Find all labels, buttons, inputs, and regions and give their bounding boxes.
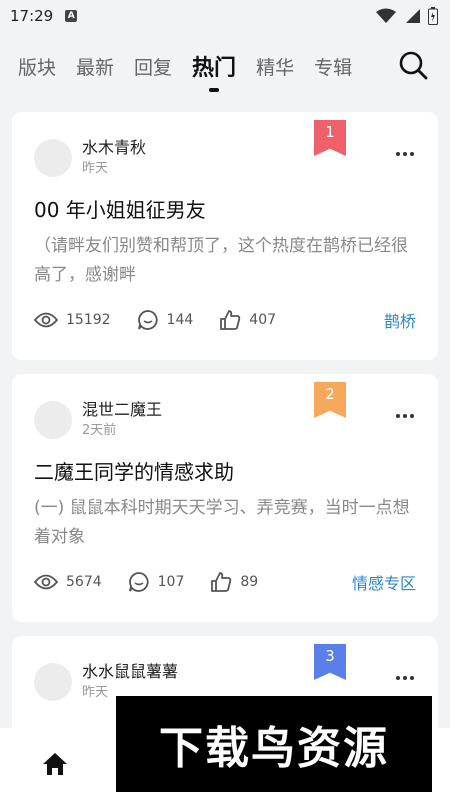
search-icon[interactable] <box>398 50 430 82</box>
author-name[interactable]: 混世二魔王 <box>82 399 162 421</box>
author-name[interactable]: 水木青秋 <box>82 137 146 159</box>
likes-stat[interactable]: 89 <box>210 571 258 593</box>
post-excerpt: (一) 鼠鼠本科时期天天学习、弄竞赛，当时一点想着对象 <box>34 498 410 547</box>
comments-stat[interactable]: 107 <box>128 571 185 593</box>
thumbs-up-icon <box>211 572 232 592</box>
wifi-icon <box>376 8 396 23</box>
board-tag[interactable]: 鹊桥 <box>384 308 416 332</box>
more-icon[interactable] <box>396 152 414 156</box>
post-time: 2天前 <box>82 423 117 438</box>
comments-count: 144 <box>166 312 194 328</box>
eye-icon <box>34 574 58 590</box>
comment-icon <box>137 310 158 330</box>
avatar[interactable] <box>34 139 72 177</box>
likes-count: 407 <box>249 312 277 328</box>
author-name[interactable]: 水水鼠鼠薯薯 <box>82 661 178 683</box>
home-button[interactable] <box>0 752 110 776</box>
tab-hot[interactable]: 热门 <box>192 50 236 92</box>
board-tag[interactable]: 情感专区 <box>352 570 416 594</box>
post-time: 昨天 <box>82 161 109 176</box>
post-title[interactable]: 00 年小姐姐征男友 <box>34 196 416 224</box>
tab-featured[interactable]: 精华 <box>256 53 294 80</box>
eye-icon <box>34 312 58 328</box>
views-count: 5674 <box>66 574 102 590</box>
views-count: 15192 <box>66 312 111 328</box>
more-icon[interactable] <box>396 414 414 418</box>
tab-sections[interactable]: 版块 <box>18 53 56 80</box>
post-feed: 1 水木青秋 昨天 00 年小姐姐征男友 （请畔友们别赞和帮顶了，这个热度在鹊桥… <box>0 100 450 766</box>
tab-replies[interactable]: 回复 <box>134 53 172 80</box>
more-icon[interactable] <box>396 676 414 680</box>
post-title[interactable]: 二魔王同学的情感求助 <box>34 458 416 486</box>
post-card[interactable]: 1 水木青秋 昨天 00 年小姐姐征男友 （请畔友们别赞和帮顶了，这个热度在鹊桥… <box>12 112 438 360</box>
signal-icon <box>406 9 420 23</box>
views-stat: 15192 <box>34 311 111 329</box>
comments-stat[interactable]: 144 <box>137 309 194 331</box>
likes-count: 89 <box>240 574 259 590</box>
tab-albums[interactable]: 专辑 <box>314 53 352 80</box>
likes-stat[interactable]: 407 <box>219 309 276 331</box>
watermark: 下载鸟资源 <box>116 696 432 792</box>
battery-icon <box>428 7 438 25</box>
category-tabs: 版块 最新 回复 热门 精华 专辑 <box>0 32 450 100</box>
comment-icon <box>128 572 149 592</box>
clock: 17:29 <box>10 7 54 25</box>
post-excerpt: （请畔友们别赞和帮顶了，这个热度在鹊桥已经很高了，感谢畔 <box>34 236 408 285</box>
views-stat: 5674 <box>34 573 102 591</box>
thumbs-up-icon <box>220 310 241 330</box>
avatar[interactable] <box>34 401 72 439</box>
status-bar: 17:29 A <box>0 0 450 32</box>
notification-a-icon: A <box>65 10 78 22</box>
comments-count: 107 <box>157 574 185 590</box>
home-icon <box>43 753 67 775</box>
tab-latest[interactable]: 最新 <box>76 53 114 80</box>
post-card[interactable]: 2 混世二魔王 2天前 二魔王同学的情感求助 (一) 鼠鼠本科时期天天学习、弄竞… <box>12 374 438 622</box>
avatar[interactable] <box>34 663 72 701</box>
